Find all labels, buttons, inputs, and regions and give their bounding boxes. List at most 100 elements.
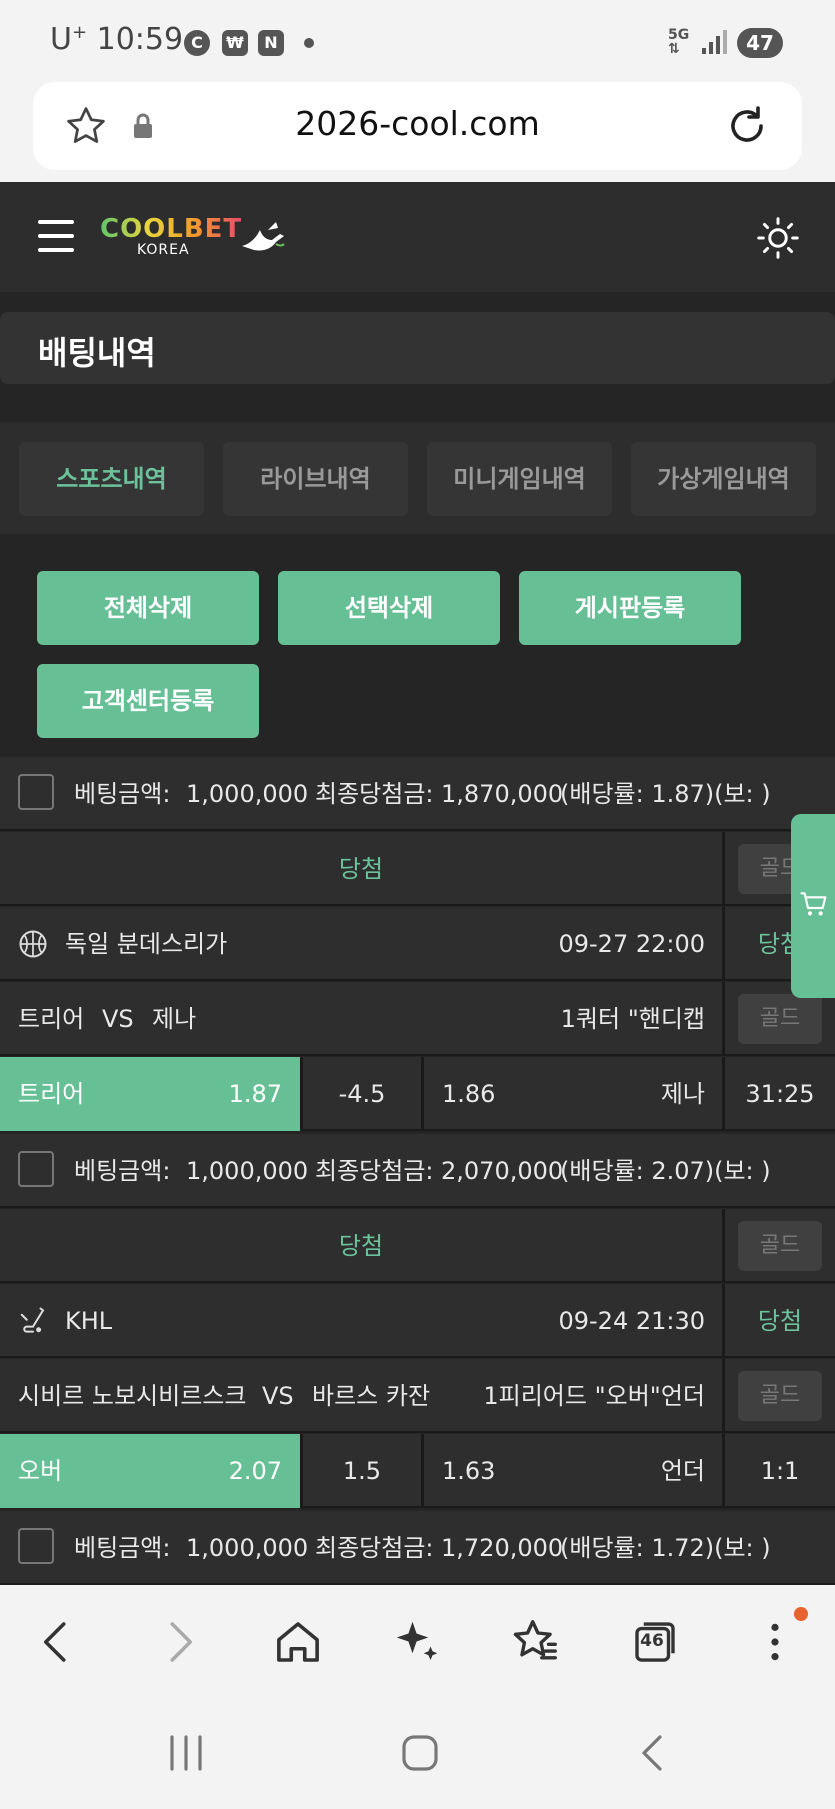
pay-app-icon: ₩ bbox=[222, 30, 248, 56]
dove-logo-icon bbox=[242, 222, 285, 251]
recents-icon[interactable] bbox=[162, 1731, 210, 1775]
bet-slip-cart-tab[interactable] bbox=[791, 814, 835, 998]
match-info-row: KHL 09-24 21:30 당첨 bbox=[0, 1284, 835, 1358]
away-team: 제나 bbox=[152, 1005, 197, 1033]
teams-row: 시비르 노보시비르스크 VS 바르스 카잔 1피리어드 "오버"언더 골드 bbox=[0, 1359, 835, 1433]
delete-selected-button[interactable]: 선택삭제 bbox=[278, 571, 500, 645]
bet-amount-label: 베팅금액: bbox=[74, 780, 171, 808]
bet-result-row: 당첨 골드 bbox=[0, 1209, 835, 1283]
odds-text: (배당률: 2.07)(보: ) bbox=[560, 1157, 771, 1185]
tabs-button[interactable]: 46 bbox=[628, 1615, 682, 1669]
tab-virtual[interactable]: 가상게임내역 bbox=[631, 442, 816, 516]
home-team: 시비르 노보시비르스크 bbox=[18, 1382, 247, 1410]
customer-center-button[interactable]: 고객센터등록 bbox=[37, 664, 259, 738]
page-title-bar: 배팅내역 bbox=[0, 312, 835, 384]
theme-toggle-sun-icon[interactable] bbox=[756, 216, 800, 260]
result-status: 당첨 bbox=[338, 1232, 384, 1260]
system-home-icon[interactable] bbox=[396, 1729, 444, 1777]
league-name: 독일 분데스리가 bbox=[65, 930, 228, 958]
url-text[interactable]: 2026-cool.com bbox=[33, 104, 802, 143]
match-datetime: 09-27 22:00 bbox=[558, 930, 705, 958]
market-type: 1쿼터 "핸디캡 bbox=[560, 1005, 705, 1033]
gold-button[interactable]: 골드 bbox=[738, 1221, 822, 1271]
post-board-button[interactable]: 게시판등록 bbox=[519, 571, 741, 645]
bet-amount-label: 베팅금액: bbox=[74, 1534, 171, 1562]
signal-icon bbox=[702, 30, 727, 54]
logo-subtitle: KOREA bbox=[137, 242, 190, 258]
bet-select-checkbox[interactable] bbox=[18, 1528, 54, 1564]
status-bar: U+ 10:59 C ₩ N 5G ⇅ 47 bbox=[0, 0, 835, 82]
bet-amount: 1,000,000 bbox=[186, 1534, 309, 1562]
bookmarks-icon[interactable] bbox=[508, 1615, 562, 1669]
odds-row: 오버 2.07 1.5 1.63 언더 1:1 bbox=[0, 1434, 835, 1508]
hockey-icon bbox=[20, 1307, 45, 1333]
pick-odds: 1.87 bbox=[228, 1080, 282, 1108]
bet-select-checkbox[interactable] bbox=[18, 1151, 54, 1187]
naver-app-icon: N bbox=[258, 30, 284, 56]
page-title: 배팅내역 bbox=[38, 334, 156, 372]
gold-button[interactable]: 골드 bbox=[738, 1371, 822, 1421]
other-odds: 1.63 bbox=[442, 1457, 496, 1485]
pick-name: 오버 bbox=[18, 1457, 63, 1485]
address-bar[interactable]: 2026-cool.com bbox=[33, 82, 802, 170]
total-line: 1.5 bbox=[342, 1457, 382, 1485]
reload-icon[interactable] bbox=[723, 102, 771, 150]
bet-amount-label: 베팅금액: bbox=[74, 1157, 171, 1185]
payout-label: 최종당첨금: bbox=[315, 1157, 434, 1185]
bet-select-checkbox[interactable] bbox=[18, 774, 54, 810]
handicap-line: -4.5 bbox=[338, 1080, 386, 1108]
away-team: 바르스 카잔 bbox=[312, 1382, 431, 1410]
network-icon: 5G ⇅ bbox=[668, 27, 690, 57]
odds-text: (배당률: 1.72)(보: ) bbox=[560, 1534, 771, 1562]
home-team: 트리어 bbox=[18, 1005, 85, 1033]
vs-label: VS bbox=[102, 1005, 134, 1033]
pick-odds: 2.07 bbox=[228, 1457, 282, 1485]
system-back-icon[interactable] bbox=[630, 1729, 678, 1777]
ai-sparkle-icon[interactable] bbox=[390, 1615, 444, 1669]
back-icon[interactable] bbox=[30, 1615, 84, 1669]
league-name: KHL bbox=[65, 1307, 113, 1335]
bet-summary-row: 베팅금액: 1,000,000 최종당첨금: 1,870,000 (배당률: 1… bbox=[0, 757, 835, 831]
update-dot-icon bbox=[794, 1607, 808, 1621]
bet-amount: 1,000,000 bbox=[186, 780, 309, 808]
bet-result-row: 당첨 골드 bbox=[0, 832, 835, 906]
home-icon[interactable] bbox=[271, 1615, 325, 1669]
site-logo[interactable]: COOLBET bbox=[100, 214, 242, 244]
final-score: 31:25 bbox=[745, 1080, 815, 1108]
match-info-row: 독일 분데스리가 09-27 22:00 당첨 bbox=[0, 907, 835, 981]
basketball-icon bbox=[19, 930, 47, 958]
payout-label: 최종당첨금: bbox=[315, 780, 434, 808]
bet-amount: 1,000,000 bbox=[186, 1157, 309, 1185]
gold-button[interactable]: 골드 bbox=[738, 994, 822, 1044]
bet-summary-row: 베팅금액: 1,000,000 최종당첨금: 2,070,000 (배당률: 2… bbox=[0, 1134, 835, 1208]
match-status: 당첨 bbox=[757, 1307, 803, 1335]
tab-minigame[interactable]: 미니게임내역 bbox=[427, 442, 612, 516]
payout-amount: 1,870,000 bbox=[441, 780, 564, 808]
cart-icon bbox=[800, 892, 827, 916]
delete-all-button[interactable]: 전체삭제 bbox=[37, 571, 259, 645]
site-header: COOLBET KOREA bbox=[0, 182, 835, 292]
odds-text: (배당률: 1.87)(보: ) bbox=[560, 780, 771, 808]
match-datetime: 09-24 21:30 bbox=[558, 1307, 705, 1335]
payout-amount: 2,070,000 bbox=[441, 1157, 564, 1185]
vs-label: VS bbox=[262, 1382, 294, 1410]
market-type: 1피리어드 "오버"언더 bbox=[483, 1382, 705, 1410]
teams-row: 트리어 VS 제나 1쿼터 "핸디캡 골드 bbox=[0, 982, 835, 1056]
other-odds: 1.86 bbox=[442, 1080, 496, 1108]
clock: 10:59 bbox=[96, 22, 184, 57]
forward-icon[interactable] bbox=[152, 1615, 206, 1669]
result-status: 당첨 bbox=[338, 855, 384, 883]
history-tabs: 스포츠내역 라이브내역 미니게임내역 가상게임내역 bbox=[0, 422, 835, 534]
tab-sports[interactable]: 스포츠내역 bbox=[19, 442, 204, 516]
selected-pick[interactable]: 트리어 1.87 bbox=[0, 1057, 300, 1131]
tab-live[interactable]: 라이브내역 bbox=[223, 442, 408, 516]
other-team: 언더 bbox=[660, 1457, 705, 1485]
site-content: COOLBET KOREA 배팅내역 스포츠내역 라이브내역 미니게임내역 가상… bbox=[0, 182, 835, 1585]
status-time: U+ 10:59 bbox=[50, 22, 183, 57]
c-app-icon: C bbox=[184, 30, 210, 56]
selected-pick[interactable]: 오버 2.07 bbox=[0, 1434, 300, 1508]
odds-row: 트리어 1.87 -4.5 1.86 제나 31:25 bbox=[0, 1057, 835, 1131]
more-menu-icon[interactable] bbox=[748, 1615, 802, 1669]
tabs-count: 46 bbox=[640, 1631, 664, 1651]
notification-dot-icon bbox=[304, 38, 314, 48]
